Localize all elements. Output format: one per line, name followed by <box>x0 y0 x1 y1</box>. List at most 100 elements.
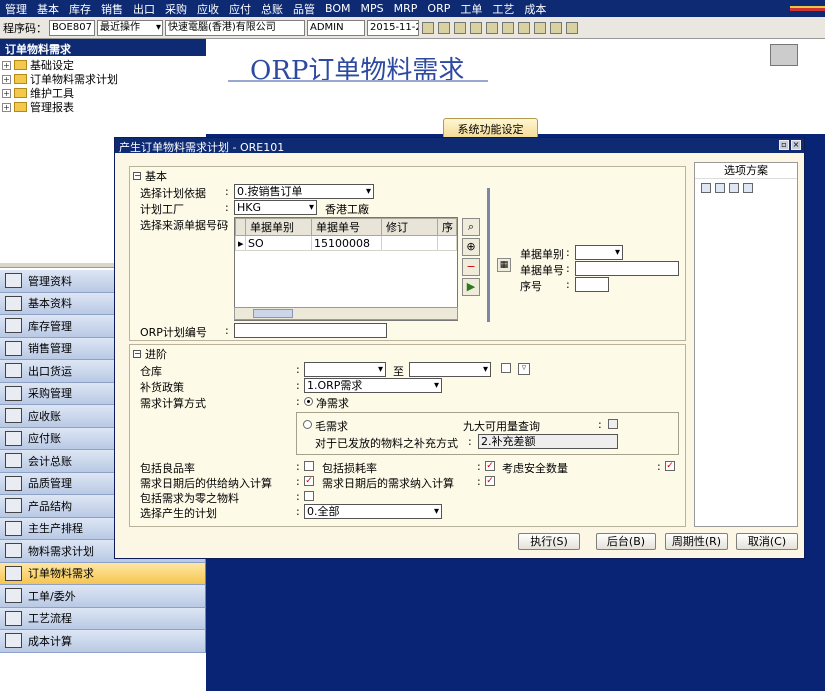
tools-icon[interactable] <box>534 21 546 34</box>
doc-no-input[interactable] <box>575 261 679 276</box>
tree-item-reports[interactable]: + 管理报表 <box>2 100 204 114</box>
menu-item-export[interactable]: 出口 <box>128 1 160 17</box>
grid-header-revision[interactable]: 修订 <box>381 218 438 236</box>
calculator-icon[interactable] <box>422 21 434 34</box>
printer-icon[interactable] <box>770 44 798 66</box>
cell-seq[interactable] <box>437 235 457 251</box>
tree-item-basic-settings[interactable]: + 基础设定 <box>2 58 204 72</box>
list-icon[interactable] <box>470 21 482 34</box>
menu-item-process[interactable]: 工艺 <box>487 1 519 17</box>
grid-header-doc-no[interactable]: 单据单号 <box>311 218 382 236</box>
expand-icon[interactable]: + <box>2 102 11 112</box>
plan-basis-select[interactable]: 0.按销售订单 <box>234 184 374 199</box>
menu-item-ledger[interactable]: 总账 <box>256 1 288 17</box>
orp-no-input[interactable] <box>234 323 387 338</box>
filter-icon[interactable]: ▿ <box>518 363 530 375</box>
expand-icon[interactable]: + <box>2 88 11 98</box>
scroll-thumb[interactable] <box>253 309 293 318</box>
close-icon[interactable]: × <box>791 140 801 150</box>
menu-item-receivable[interactable]: 应收 <box>192 1 224 17</box>
recent-ops-select[interactable]: 最近操作 <box>97 19 163 36</box>
book-icon[interactable] <box>486 21 498 34</box>
tree-item-orp-plan[interactable]: + 订单物料需求计划 <box>2 72 204 86</box>
lookup-icon[interactable]: ▦ <box>497 258 511 272</box>
doc-type-select[interactable] <box>575 245 623 260</box>
menu-item-manage[interactable]: 管理 <box>0 1 32 17</box>
menu-item-mrp[interactable]: MRP <box>389 2 423 15</box>
window-icon[interactable] <box>454 21 466 34</box>
execute-button[interactable]: 执行(S) <box>518 533 580 550</box>
cell-doc-type[interactable]: SO <box>245 235 312 251</box>
module-orp[interactable]: 订单物料需求 <box>0 562 206 585</box>
periodic-button[interactable]: 周期性(R) <box>665 533 728 550</box>
module-cost[interactable]: 成本计算 <box>0 630 206 653</box>
menu-item-inventory[interactable]: 库存 <box>64 1 96 17</box>
zero-demand-checkbox[interactable] <box>304 491 314 501</box>
menu-item-cost[interactable]: 成本 <box>519 1 551 17</box>
delete-row-icon[interactable]: − <box>462 258 480 276</box>
demand-after-checkbox[interactable]: ✓ <box>485 476 495 486</box>
menu-item-orp[interactable]: ORP <box>422 2 455 15</box>
plan-type-select[interactable]: 0.全部 <box>304 504 442 519</box>
basic-group-header[interactable]: − 基本 <box>133 168 167 184</box>
collapse-icon[interactable]: − <box>133 350 141 358</box>
supply-after-checkbox[interactable]: ✓ <box>304 476 314 486</box>
loss-checkbox[interactable]: ✓ <box>485 461 495 471</box>
import-icon[interactable]: ▶ <box>462 278 480 296</box>
gross-demand-radio[interactable] <box>303 420 312 429</box>
stop-icon[interactable] <box>502 21 514 34</box>
search-icon[interactable]: ⌕ <box>462 218 480 236</box>
menu-item-bom[interactable]: BOM <box>320 2 356 15</box>
menu-item-purchase[interactable]: 采购 <box>160 1 192 17</box>
menu-item-quality[interactable]: 品管 <box>288 1 320 17</box>
module-icon <box>5 475 22 491</box>
help-icon[interactable] <box>566 21 578 34</box>
table-row[interactable]: ▸ SO 15100008 <box>235 235 457 251</box>
seq-input[interactable] <box>575 277 609 292</box>
cell-revision[interactable] <box>381 235 438 251</box>
safety-checkbox[interactable]: ✓ <box>665 461 675 471</box>
grid-horizontal-scrollbar[interactable] <box>234 307 458 320</box>
monitor-icon[interactable] <box>518 21 530 34</box>
factory-select[interactable]: HKG <box>234 200 317 215</box>
menu-item-basic[interactable]: 基本 <box>32 1 64 17</box>
grid-header-doc-type[interactable]: 单据单别 <box>245 218 312 236</box>
menu-item-mps[interactable]: MPS <box>356 2 389 15</box>
background-button[interactable]: 后台(B) <box>596 533 656 550</box>
save-icon[interactable] <box>715 183 725 193</box>
tree-item-maintenance[interactable]: + 维护工具 <box>2 86 204 100</box>
refresh-icon[interactable] <box>729 183 739 193</box>
doc-type-label: 单据单别 <box>520 248 564 261</box>
menu-item-payable[interactable]: 应付 <box>224 1 256 17</box>
grid-icon[interactable] <box>743 183 753 193</box>
warehouse-checkbox[interactable] <box>501 363 511 373</box>
module-workorder[interactable]: 工单/委外 <box>0 585 206 608</box>
advanced-group-header[interactable]: − 进阶 <box>133 346 167 362</box>
collapse-icon[interactable]: − <box>133 172 141 180</box>
refresh-icon[interactable] <box>438 21 450 34</box>
replenish-select[interactable]: 1.ORP需求 <box>304 378 442 393</box>
cancel-button[interactable]: 取消(C) <box>736 533 798 550</box>
cell-doc-no[interactable]: 15100008 <box>311 235 382 251</box>
nine-query-label: 九大可用量查询 <box>463 420 540 433</box>
title-underline <box>228 80 488 82</box>
warehouse-to-select[interactable] <box>409 362 491 377</box>
expand-icon[interactable]: + <box>2 74 11 84</box>
open-icon[interactable] <box>701 183 711 193</box>
restore-icon[interactable]: ▫ <box>779 140 789 150</box>
module-process[interactable]: 工艺流程 <box>0 607 206 630</box>
program-code-input[interactable]: BOE807 <box>49 19 95 36</box>
expand-icon[interactable]: + <box>2 60 11 70</box>
menu-item-workorder[interactable]: 工单 <box>455 1 487 17</box>
menu-item-sales[interactable]: 销售 <box>96 1 128 17</box>
grid-header-seq[interactable]: 序 <box>437 218 457 236</box>
zoom-icon[interactable]: ⊕ <box>462 238 480 256</box>
net-demand-radio[interactable] <box>304 397 313 406</box>
background-label: 后台(B) <box>606 535 646 548</box>
nine-query-checkbox[interactable] <box>608 419 618 429</box>
module-icon <box>5 430 22 446</box>
note-icon[interactable] <box>550 21 562 34</box>
warehouse-from-select[interactable] <box>304 362 386 377</box>
defective-checkbox[interactable] <box>304 461 314 471</box>
module-label: 管理资料 <box>28 274 72 288</box>
